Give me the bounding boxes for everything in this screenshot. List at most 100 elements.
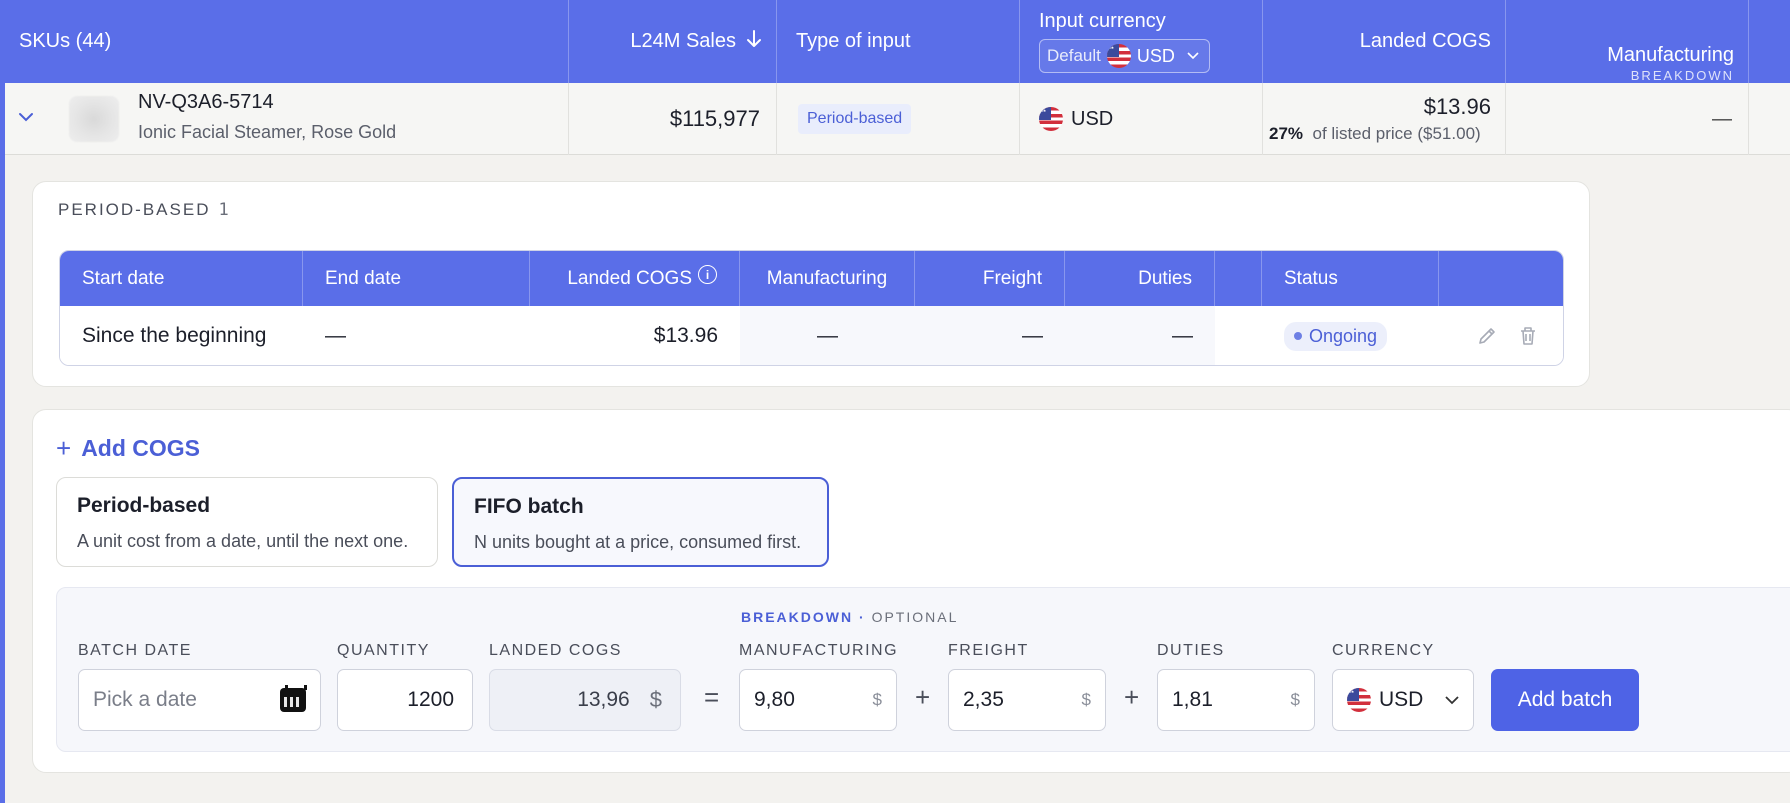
equals-sign: =: [704, 682, 720, 712]
row-start-date: Since the beginning: [82, 324, 267, 347]
landed-unit: $: [649, 687, 662, 712]
sku-type: Period-based: [777, 83, 1020, 155]
duties-value: 1,81: [1172, 688, 1213, 711]
landed-pct-note: of listed price ($51.00): [1312, 124, 1481, 143]
calendar-icon[interactable]: [280, 685, 307, 712]
us-flag-icon: [1039, 107, 1063, 131]
quantity-field[interactable]: 1200: [337, 669, 473, 731]
option-fifo-batch[interactable]: FIFO batch N units bought at a price, co…: [452, 477, 829, 567]
us-flag-icon: [1347, 688, 1371, 712]
manufacturing-unit: $: [872, 690, 882, 709]
currency-select[interactable]: Default USD: [1039, 39, 1210, 73]
sku-landed-pct: 27% of listed price ($51.00): [1263, 124, 1491, 144]
sku-manufacturing-value: —: [1712, 107, 1732, 130]
duties-field[interactable]: 1,81 $: [1157, 669, 1315, 731]
breakdown-label: BREAKDOWN: [741, 609, 854, 625]
chevron-down-icon: [1445, 692, 1459, 708]
header-sales-label: L24M Sales: [630, 30, 736, 52]
currency-label: CURRENCY: [1332, 642, 1435, 659]
option-fifo-desc: N units bought at a price, consumed firs…: [474, 532, 802, 552]
table-header: SKUs (44) L24M Sales Type of input Input…: [0, 0, 1790, 83]
manufacturing-label: MANUFACTURING: [739, 642, 899, 659]
landed-cogs-field: 13,96 $: [489, 669, 681, 731]
add-batch-button[interactable]: Add batch: [1491, 669, 1639, 731]
header-manufacturing: Manufacturing BREAKDOWN: [1506, 0, 1749, 83]
header-type-label: Type of input: [796, 30, 911, 52]
manufacturing-value: 9,80: [754, 688, 795, 711]
col-end-date: End date: [303, 251, 530, 306]
breakdown-title: BREAKDOWN · OPTIONAL: [741, 609, 959, 625]
period-based-title: PERIOD-BASED 1: [58, 200, 229, 220]
currency-value: USD: [1136, 45, 1175, 66]
status-dot: [1294, 332, 1302, 340]
add-cogs-label: Add COGS: [81, 435, 201, 461]
col-start-date: Start date: [60, 251, 303, 306]
header-type: Type of input: [777, 0, 1020, 83]
col-actions: [1439, 251, 1563, 306]
add-cogs-card: + Add COGS Period-based A unit cost from …: [32, 409, 1790, 773]
freight-field[interactable]: 2,35 $: [948, 669, 1106, 731]
status-label: Ongoing: [1309, 325, 1378, 346]
option-period-desc: A unit cost from a date, until the next …: [77, 531, 409, 551]
header-skus[interactable]: SKUs (44): [0, 0, 569, 83]
chevron-down-icon[interactable]: [18, 107, 34, 128]
row-end-date: —: [325, 324, 346, 347]
us-flag-icon: [1106, 44, 1131, 68]
sku-code: NV-Q3A6-5714: [138, 91, 274, 113]
product-thumbnail: [69, 96, 119, 142]
landed-pct-value: 27%: [1269, 124, 1304, 143]
freight-value: 2,35: [963, 688, 1004, 711]
sku-landed-value: $13.96: [1423, 94, 1491, 119]
period-table-header: Start date End date Landed COGS i Manufac…: [60, 251, 1563, 306]
duties-label: DUTIES: [1157, 642, 1225, 659]
header-spacer: [1749, 0, 1790, 83]
plus-icon: +: [56, 433, 72, 463]
col-landed-label: Landed COGS: [567, 267, 692, 289]
landed-cogs-label: LANDED COGS: [489, 642, 622, 659]
sku-manufacturing: —: [1506, 83, 1749, 155]
row-manufacturing: —: [740, 306, 915, 365]
header-skus-label: SKUs (44): [19, 30, 112, 52]
option-period-title: Period-based: [77, 494, 211, 517]
col-status: Status: [1262, 251, 1439, 306]
sku-currency-value: USD: [1071, 107, 1114, 130]
option-fifo-title: FIFO batch: [474, 495, 584, 518]
header-currency: Input currency Default USD: [1020, 0, 1263, 83]
currency-default-label: Default: [1047, 46, 1101, 65]
period-based-card: PERIOD-BASED 1 Start date End date Landed…: [32, 181, 1590, 387]
period-table: Start date End date Landed COGS i Manufac…: [59, 250, 1564, 366]
chevron-down-icon: [1187, 49, 1199, 63]
row-duties: —: [1065, 306, 1215, 365]
manufacturing-field[interactable]: 9,80 $: [739, 669, 897, 731]
row-landed-cogs: $13.96: [653, 324, 718, 347]
period-based-label: PERIOD-BASED: [58, 200, 211, 219]
quantity-value: 1200: [407, 688, 454, 711]
edit-pencil-icon[interactable]: [1477, 326, 1497, 346]
plus-sign: +: [915, 682, 931, 712]
sku-landed: $13.96 27% of listed price ($51.00): [1263, 83, 1506, 155]
header-currency-label: Input currency: [1039, 10, 1166, 32]
trash-icon[interactable]: [1519, 326, 1537, 346]
currency-dropdown-value: USD: [1379, 688, 1424, 711]
freight-unit: $: [1081, 690, 1091, 709]
status-badge: Ongoing: [1284, 321, 1388, 351]
info-icon[interactable]: i: [698, 265, 717, 284]
option-period-based[interactable]: Period-based A unit cost from a date, un…: [56, 477, 438, 567]
batch-date-field[interactable]: Pick a date: [78, 669, 321, 731]
currency-dropdown[interactable]: USD: [1332, 669, 1474, 731]
col-duties: Duties: [1065, 251, 1215, 306]
sku-name: Ionic Facial Steamer, Rose Gold: [138, 122, 397, 142]
quantity-label: QUANTITY: [337, 642, 430, 659]
freight-label: FREIGHT: [948, 642, 1029, 659]
arrow-down-icon[interactable]: [746, 29, 762, 54]
add-cogs-button[interactable]: + Add COGS: [56, 433, 200, 464]
header-sales[interactable]: L24M Sales: [569, 0, 777, 83]
sku-main-cell: NV-Q3A6-5714 Ionic Facial Steamer, Rose …: [5, 83, 569, 155]
col-spacer: [1215, 251, 1262, 306]
sku-sales: $115,977: [569, 83, 777, 155]
col-landed-cogs: Landed COGS i: [530, 251, 740, 306]
period-based-count: 1: [218, 200, 229, 220]
sku-row[interactable]: NV-Q3A6-5714 Ionic Facial Steamer, Rose …: [5, 83, 1790, 155]
duties-unit: $: [1290, 690, 1300, 709]
header-landed-label: Landed COGS: [1359, 30, 1491, 52]
